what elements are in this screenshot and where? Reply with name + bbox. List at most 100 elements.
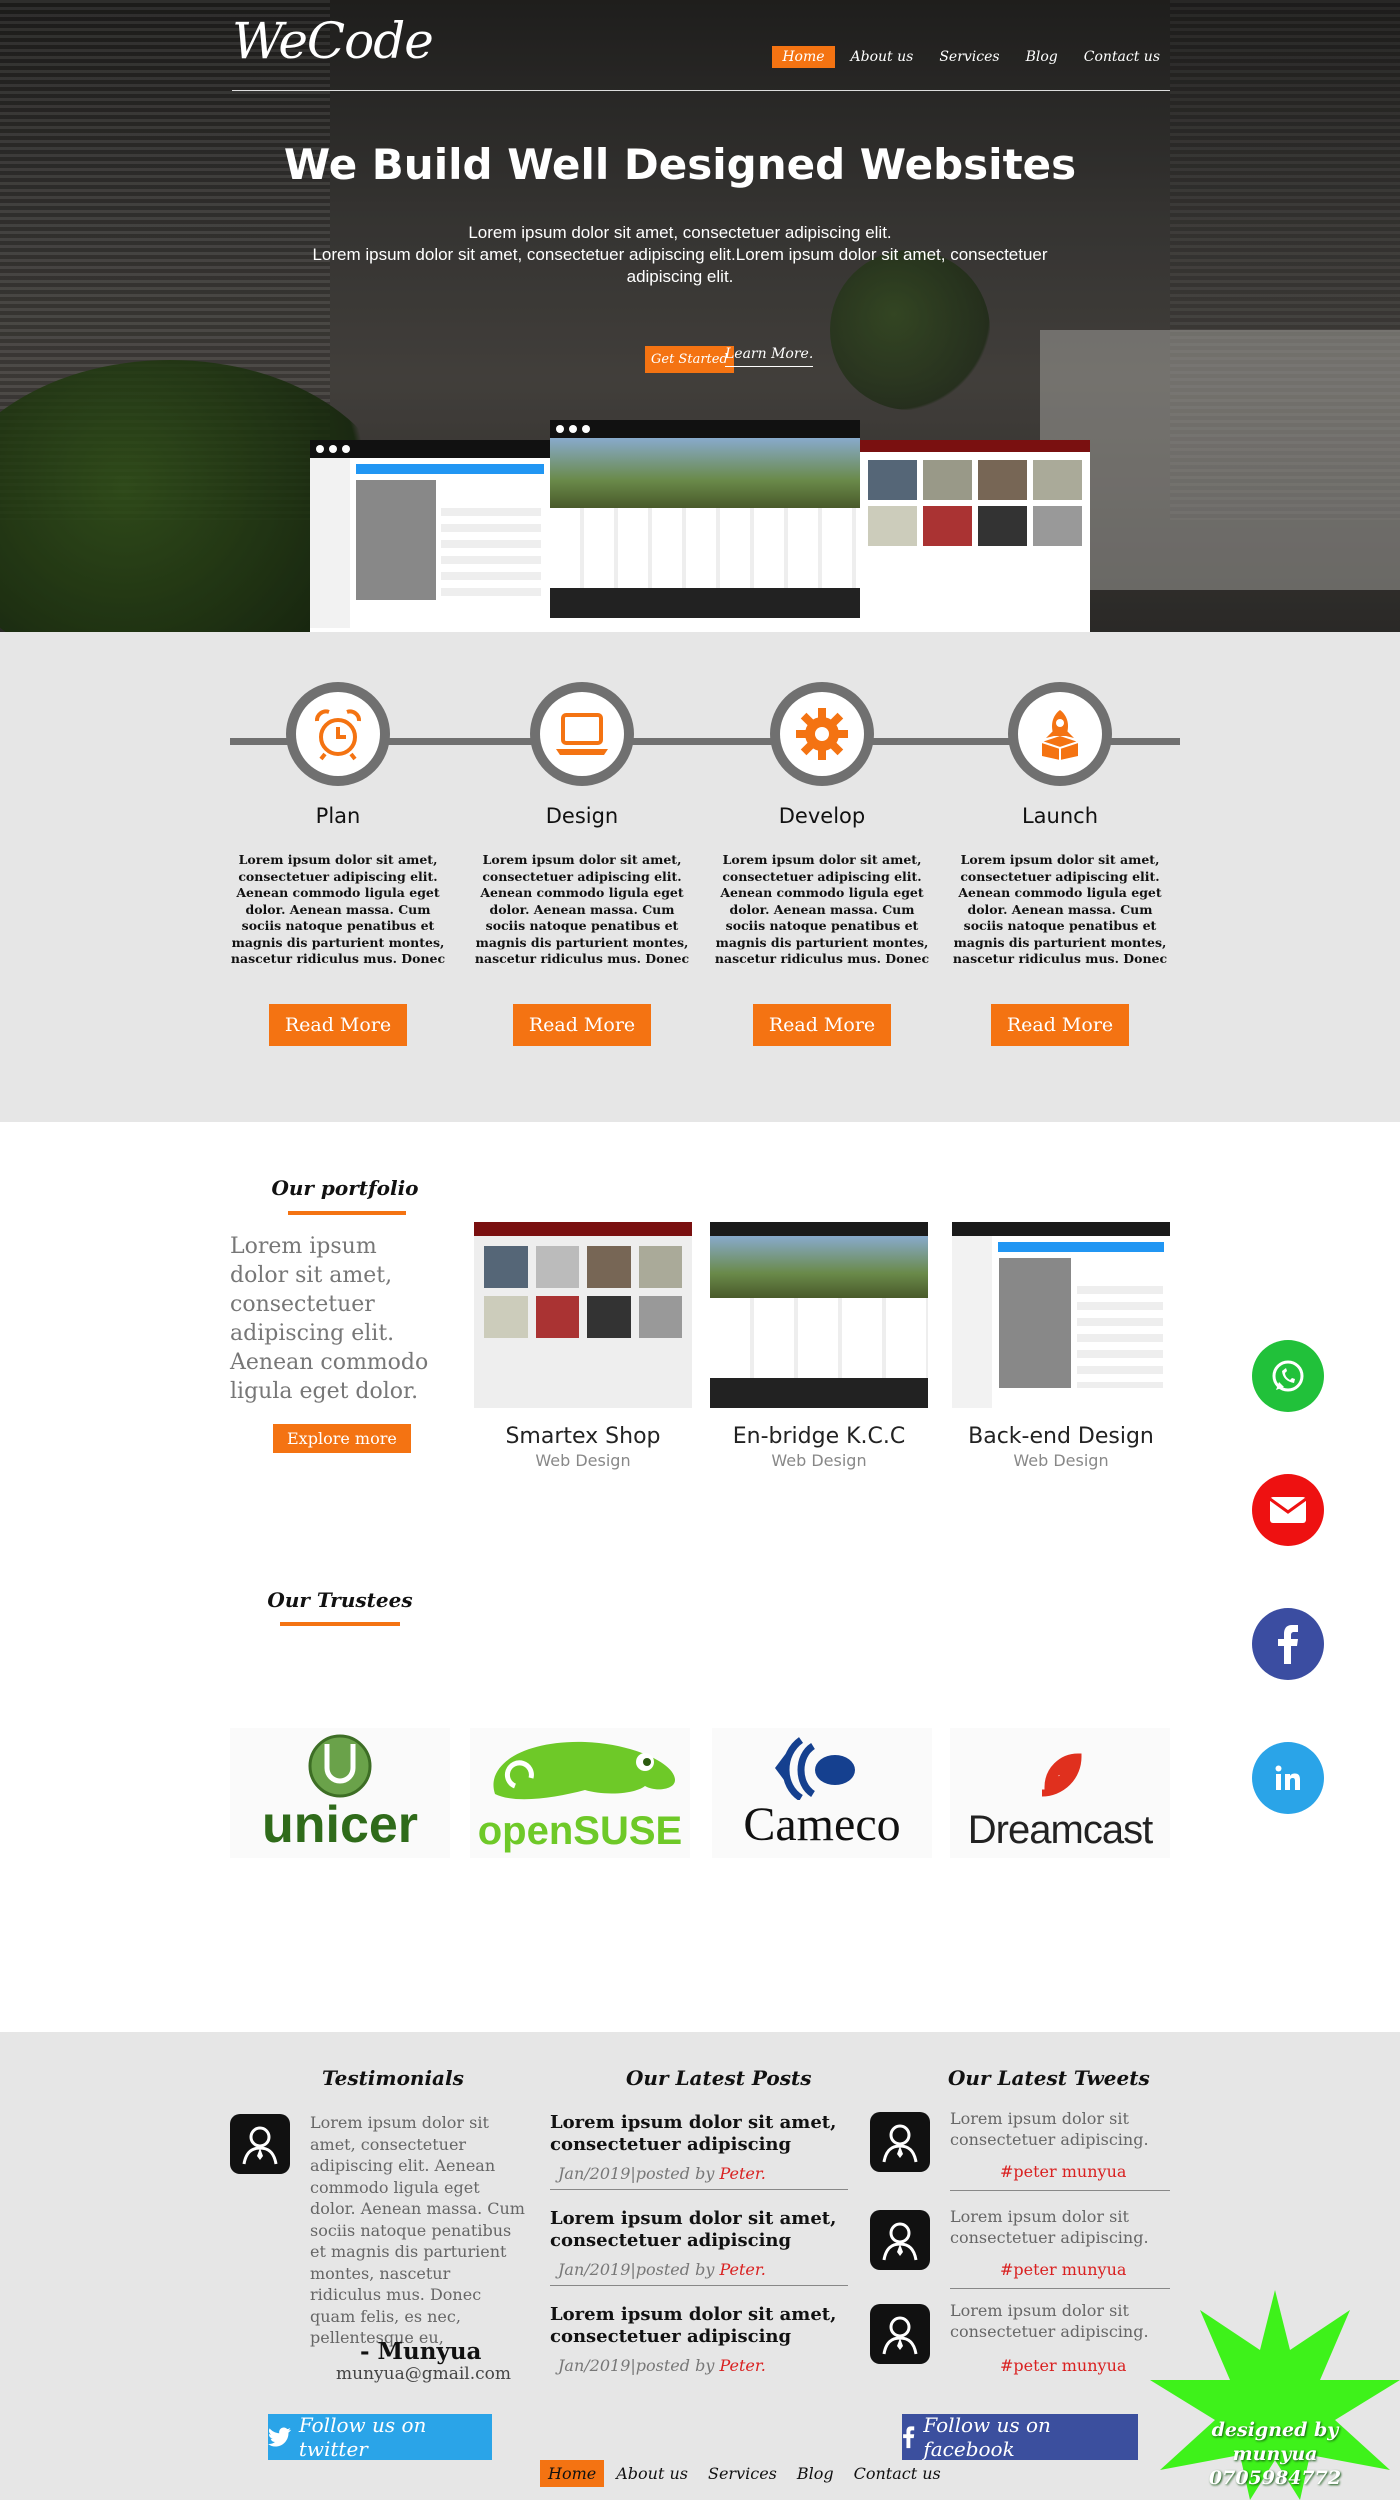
unicer-logo-icon [308, 1734, 372, 1798]
trustee-name: openSUSE [477, 1809, 683, 1853]
read-more-button[interactable]: Read More [990, 1004, 1130, 1046]
user-avatar-icon [242, 2126, 278, 2165]
nav-contact[interactable]: Contact us [1074, 46, 1170, 68]
explore-more-button[interactable]: Explore more [273, 1424, 411, 1453]
mail-icon [1269, 1497, 1307, 1523]
follow-twitter-label: Follow us on twitter [298, 2413, 427, 2461]
read-more-button[interactable]: Read More [268, 1004, 408, 1046]
whatsapp-button[interactable] [1252, 1340, 1324, 1412]
nav-home[interactable]: Home [772, 46, 835, 68]
footer-nav-home[interactable]: Home [540, 2460, 605, 2487]
follow-twitter-button[interactable]: Follow us on twitter [268, 2413, 492, 2461]
step-circle [770, 682, 874, 786]
laptop-icon [556, 713, 608, 755]
testimonial-avatar [230, 2114, 290, 2174]
step-text: Lorem ipsum dolor sit amet, consectetuer… [230, 852, 446, 970]
enbridge-mockup [550, 420, 860, 632]
hero-divider [232, 90, 1170, 91]
linkedin-button[interactable] [1252, 1742, 1324, 1814]
facebook-icon [1278, 1625, 1298, 1664]
chameleon-logo-icon [493, 1741, 675, 1800]
smartex-mockup [860, 440, 1090, 632]
step-circle [530, 682, 634, 786]
post-title[interactable]: Lorem ipsum dolor sit amet, consectetuer… [550, 2208, 848, 2252]
trustee-name: unicer [261, 1796, 419, 1854]
nav-services[interactable]: Services [929, 46, 1009, 68]
post-item[interactable]: Lorem ipsum dolor sit amet, consectetuer… [550, 2208, 848, 2286]
swirl-logo-icon [1041, 1753, 1082, 1797]
testimonial-author: - Munyua [360, 2338, 482, 2365]
portfolio-card-enbridge[interactable]: En-bridge K.C.C Web Design [710, 1222, 928, 1470]
tweet-tag[interactable]: #peter munyua [1000, 2162, 1126, 2181]
portfolio-category: Web Design [1013, 1451, 1109, 1470]
portfolio-category: Web Design [535, 1451, 631, 1470]
tweet-divider [950, 2190, 1170, 2191]
designer-credit: designed by munyua 0705984772 [1170, 2418, 1380, 2490]
process-section: Plan Lorem ipsum dolor sit amet, consect… [0, 632, 1400, 1122]
facebook-button[interactable] [1252, 1608, 1324, 1680]
trustees-underline [280, 1622, 400, 1626]
post-meta: Jan/2019|posted by Peter. [550, 2260, 848, 2286]
site-logo[interactable]: WeCode [232, 12, 434, 70]
post-meta: Jan/2019|posted by Peter. [550, 2164, 848, 2190]
step-circle [1008, 682, 1112, 786]
post-author[interactable]: Peter. [719, 2164, 765, 2183]
step-title: Design [545, 804, 619, 828]
portfolio-card-smartex[interactable]: Smartex Shop Web Design [474, 1222, 692, 1470]
trustee-logo-unicer: unicer [230, 1728, 450, 1858]
tweets-title: Our Latest Tweets [948, 2066, 1150, 2090]
footer-nav-blog[interactable]: Blog [789, 2460, 842, 2487]
post-author[interactable]: Peter. [719, 2260, 765, 2279]
portfolio-underline [288, 1211, 406, 1215]
posts-title: Our Latest Posts [626, 2066, 812, 2090]
portfolio-thumbnail [474, 1222, 692, 1408]
footer-nav: Home About us Services Blog Contact us [540, 2460, 949, 2487]
tweet-text: Lorem ipsum dolor sit consectetuer adipi… [950, 2301, 1149, 2341]
footer-nav-about[interactable]: About us [608, 2460, 696, 2487]
post-item[interactable]: Lorem ipsum dolor sit amet, consectetuer… [550, 2112, 848, 2190]
step-title: Develop [778, 804, 866, 828]
learn-more-link[interactable]: Learn More. [725, 346, 814, 367]
whatsapp-icon [1272, 1360, 1304, 1392]
tweet-avatar [870, 2304, 930, 2364]
read-more-button[interactable]: Read More [512, 1004, 652, 1046]
post-title[interactable]: Lorem ipsum dolor sit amet, consectetuer… [550, 2304, 848, 2348]
portfolio-lead: Lorem ipsum dolor sit amet, consectetuer… [230, 1234, 429, 1404]
step-title: Launch [1021, 804, 1099, 828]
post-item[interactable]: Lorem ipsum dolor sit amet, consectetuer… [550, 2304, 848, 2381]
portfolio-card-backend[interactable]: Back-end Design Web Design [952, 1222, 1170, 1470]
get-started-button[interactable]: Get Started [645, 346, 734, 373]
backend-mockup [310, 440, 550, 632]
process-step-launch: Launch Lorem ipsum dolor sit amet, conse… [950, 682, 1170, 1046]
trustee-name: Cameco [743, 1798, 901, 1851]
top-nav: Home About us Services Blog Contact us [772, 46, 1170, 68]
follow-facebook-button[interactable]: Follow us on facebook [902, 2413, 1138, 2461]
gear-icon [796, 708, 848, 760]
trustee-logo-cameco: Cameco [712, 1728, 932, 1858]
post-date: Jan/2019|posted by [558, 2260, 720, 2279]
process-step-develop: Develop Lorem ipsum dolor sit amet, cons… [712, 682, 932, 1046]
step-text: Lorem ipsum dolor sit amet, consectetuer… [952, 852, 1168, 970]
portfolio-name: Smartex Shop [505, 1424, 661, 1449]
hero-section: WeCode Home About us Services Blog Conta… [0, 0, 1400, 632]
portfolio-title: Our portfolio [271, 1176, 419, 1200]
mail-button[interactable] [1252, 1474, 1324, 1546]
read-more-button[interactable]: Read More [752, 1004, 892, 1046]
trustees-title: Our Trustees [267, 1588, 413, 1612]
tweet-avatar [870, 2112, 930, 2172]
footer-nav-contact[interactable]: Contact us [846, 2460, 949, 2487]
nav-blog[interactable]: Blog [1016, 46, 1068, 68]
portfolio-name: Back-end Design [968, 1424, 1154, 1449]
tweet-tag[interactable]: #peter munyua [1000, 2356, 1126, 2375]
nav-about[interactable]: About us [841, 46, 924, 68]
step-text: Lorem ipsum dolor sit amet, consectetuer… [474, 852, 690, 970]
testimonial-text: Lorem ipsum dolor sit amet, consectetuer… [310, 2113, 525, 2347]
twitter-icon [268, 2427, 291, 2447]
testimonial-email[interactable]: munyua@gmail.com [336, 2364, 511, 2384]
post-title[interactable]: Lorem ipsum dolor sit amet, consectetuer… [550, 2112, 848, 2156]
post-author[interactable]: Peter. [719, 2356, 765, 2375]
post-date: Jan/2019|posted by [558, 2356, 720, 2375]
follow-facebook-label: Follow us on facebook [923, 2413, 1051, 2461]
tweet-tag[interactable]: #peter munyua [1000, 2260, 1126, 2279]
footer-nav-services[interactable]: Services [700, 2460, 785, 2487]
